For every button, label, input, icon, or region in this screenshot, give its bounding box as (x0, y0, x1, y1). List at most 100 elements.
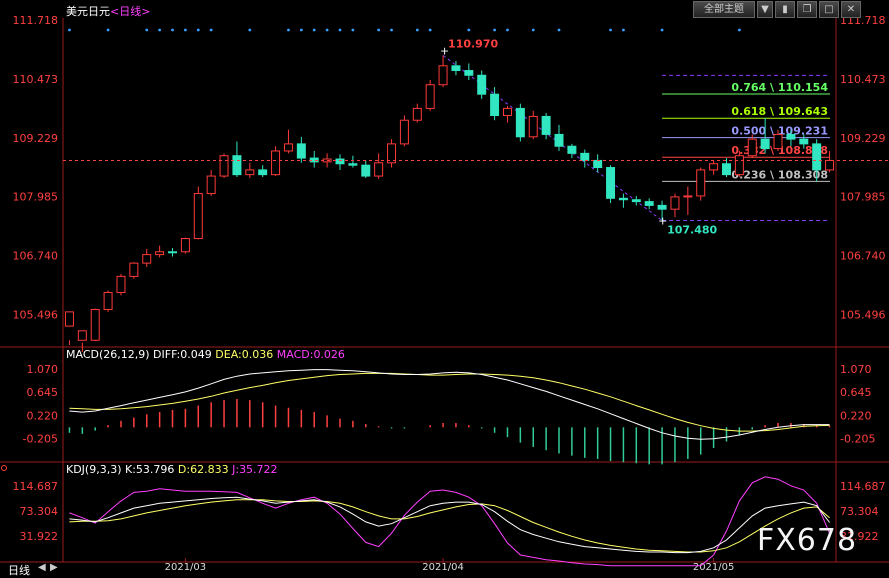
candle-body-47 (670, 196, 680, 210)
candle-body-43 (618, 197, 628, 201)
candle-body-39 (567, 145, 577, 154)
event-dot-4 (171, 28, 174, 32)
candle-body-4 (116, 275, 126, 293)
period-tab-daily[interactable]: 日线 (8, 562, 30, 578)
bottom-bar: 日线 ◀ ▶ (0, 562, 889, 578)
event-dot-18 (428, 28, 432, 32)
d-line (69, 499, 830, 553)
high-label: 110.970 (448, 37, 498, 50)
candle-body-55 (773, 133, 783, 150)
event-dot-7 (209, 28, 213, 32)
event-dot-11 (312, 28, 316, 32)
event-dot-13 (338, 28, 342, 32)
event-dot-1 (106, 28, 110, 32)
candle-body-11 (206, 175, 216, 195)
j-line (69, 476, 831, 567)
dea-value: 0.036 (241, 348, 274, 361)
candle-body-10 (193, 193, 203, 240)
dea-line (69, 372, 830, 432)
k-legend: K:53.796 (125, 463, 175, 476)
diff-value: 0.049 (180, 348, 212, 361)
candle-body-56 (786, 133, 796, 140)
candle-body-44 (631, 199, 641, 203)
candle-body-13 (232, 155, 242, 176)
candle-body-50 (709, 163, 719, 171)
price-tick-right-1: 110.473 (840, 73, 886, 86)
candle-body-27 (412, 107, 422, 121)
candle-body-33 (490, 93, 500, 116)
d-value: 62.833 (190, 463, 229, 476)
candle-body-23 (361, 164, 371, 177)
event-dot-8 (248, 28, 252, 32)
restore-window-icon[interactable]: ❐ (797, 1, 817, 18)
price-tick-left-1: 110.473 (13, 73, 59, 86)
candle-body-48 (683, 195, 693, 198)
price-tick-left-2: 109.229 (13, 132, 59, 145)
macd-tick-right-2: 0.220 (840, 409, 872, 422)
price-tick-right-5: 105.496 (840, 308, 886, 321)
price-tick-left-0: 111.718 (13, 14, 59, 27)
candle-body-40 (580, 152, 590, 161)
macd-tick-left-2: 0.220 (27, 409, 59, 422)
k-value: 53.796 (135, 463, 175, 476)
macd-tick-right-0: 1.070 (840, 363, 872, 376)
event-dot-24 (609, 28, 612, 32)
event-dot-21 (506, 28, 509, 32)
event-dot-22 (531, 28, 535, 32)
candle-body-58 (812, 143, 822, 171)
event-dot-25 (622, 28, 625, 32)
kdj-tick-right-0: 114.687 (840, 480, 886, 493)
event-dot-26 (660, 28, 664, 32)
candle-body-14 (245, 169, 255, 176)
fx678-watermark: FX678 (757, 523, 858, 558)
scroll-right-icon[interactable]: ▶ (50, 562, 58, 573)
event-dot-9 (287, 28, 290, 32)
candle-body-12 (219, 155, 229, 177)
kdj-marker-icon (1, 465, 7, 471)
candle-body-32 (477, 74, 487, 95)
candle-body-5 (129, 262, 139, 277)
instrument-name: 美元日元 (66, 5, 110, 18)
maximize-icon[interactable]: □ (819, 1, 839, 18)
chart-canvas[interactable]: 111.718 111.718110.473 110.473109.229 109.2… (0, 0, 889, 578)
candle-body-17 (283, 143, 293, 152)
fib-label-0.764: 0.764 \ 110.154 (731, 81, 828, 94)
candle-body-38 (554, 133, 564, 147)
event-dot-19 (467, 28, 471, 32)
event-dot-5 (183, 28, 187, 32)
macd-tick-left-1: 0.645 (27, 386, 59, 399)
theme-menu-button[interactable]: 全部主题 (693, 1, 755, 18)
fib-trend-line (442, 54, 663, 221)
event-dot-2 (145, 28, 149, 32)
theme-menu-label: 全部主题 (704, 4, 744, 15)
macd-tick-left-0: 1.070 (27, 363, 59, 376)
j-legend: J:35.722 (232, 463, 278, 476)
candle-body-57 (799, 138, 809, 145)
price-tick-left-3: 107.985 (13, 191, 59, 204)
kdj-tick-right-1: 73.304 (840, 505, 879, 518)
candle-body-21 (335, 158, 345, 165)
event-dot-10 (299, 28, 303, 32)
macd-label: MACD(26,12,9) (66, 348, 150, 361)
macd-tick-right-3: -0.205 (840, 432, 875, 445)
macd-tick-right-1: 0.645 (840, 386, 872, 399)
candle-body-29 (438, 65, 448, 86)
dea-legend: DEA:0.036 (215, 348, 274, 361)
event-dot-23 (557, 28, 561, 32)
candle-body-45 (644, 201, 654, 206)
candle-body-59 (825, 159, 835, 171)
candle-body-35 (515, 107, 525, 138)
candle-body-24 (374, 162, 384, 177)
scroll-left-icon[interactable]: ◀ (38, 562, 46, 573)
dropdown-arrow-icon[interactable]: ▼ (757, 1, 773, 18)
candle-body-8 (168, 251, 178, 254)
macd-legend: MACD:0.026 (276, 348, 345, 361)
candle-body-46 (657, 204, 667, 210)
event-dot-6 (196, 28, 200, 32)
event-dot-3 (158, 28, 162, 32)
candle-body-26 (399, 119, 409, 145)
candle-body-53 (747, 138, 757, 157)
toggle-panel-icon[interactable]: ▮ (775, 1, 795, 18)
candle-body-49 (696, 169, 706, 197)
close-icon[interactable]: ✕ (841, 1, 861, 18)
